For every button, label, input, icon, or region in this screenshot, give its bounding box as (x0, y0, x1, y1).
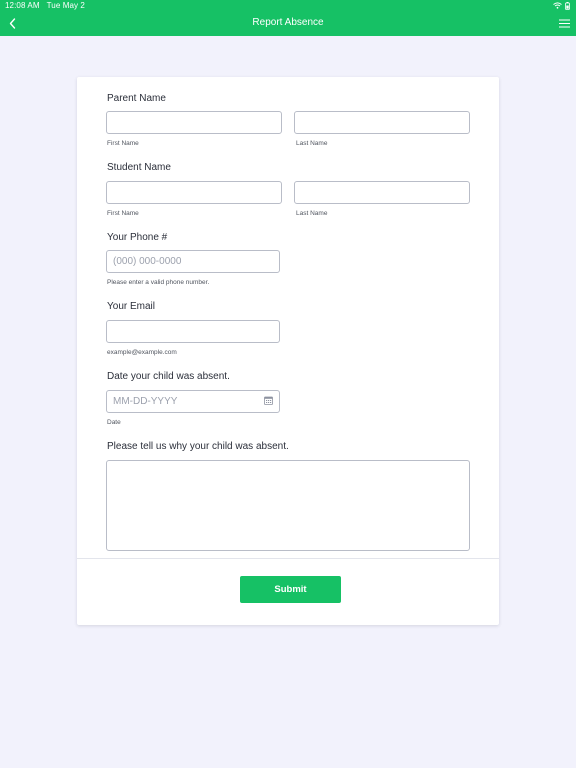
student-first-name-input[interactable] (106, 181, 282, 204)
phone-sublabel: Please enter a valid phone number. (107, 279, 210, 286)
email-input[interactable] (106, 320, 280, 343)
reason-textarea[interactable] (106, 460, 470, 551)
reason-label: Please tell us why your child was absent… (107, 441, 289, 452)
parent-first-name-input[interactable] (106, 111, 282, 134)
parent-last-name-sublabel: Last Name (296, 140, 328, 147)
student-first-name-sublabel: First Name (107, 210, 139, 217)
parent-last-name-input[interactable] (294, 111, 470, 134)
phone-input[interactable] (106, 250, 280, 273)
battery-icon (565, 1, 570, 10)
wifi-icon (553, 2, 562, 9)
parent-name-label: Parent Name (107, 93, 166, 104)
absence-date-sublabel: Date (107, 419, 121, 426)
student-name-label: Student Name (107, 162, 171, 173)
parent-first-name-sublabel: First Name (107, 140, 139, 147)
hamburger-menu-icon[interactable] (558, 17, 570, 29)
student-last-name-sublabel: Last Name (296, 210, 328, 217)
page-title: Report Absence (252, 17, 324, 28)
student-last-name-input[interactable] (294, 181, 470, 204)
calendar-icon[interactable] (264, 396, 273, 405)
status-indicators (553, 1, 570, 10)
email-label: Your Email (107, 301, 155, 312)
absence-date-label: Date your child was absent. (107, 371, 230, 382)
submit-button[interactable]: Submit (240, 576, 341, 603)
app-header: 12:08 AM Tue May 2 Report Absence (0, 0, 576, 36)
email-sublabel: example@example.com (107, 349, 177, 356)
absence-form-card: Parent Name First Name Last Name Student… (77, 77, 499, 625)
status-date: Tue May 2 (46, 1, 85, 10)
form-divider (77, 558, 499, 559)
phone-label: Your Phone # (107, 232, 168, 243)
status-bar-time-date: 12:08 AM Tue May 2 (5, 1, 85, 10)
absence-date-input[interactable] (106, 390, 280, 413)
status-time: 12:08 AM (5, 1, 40, 10)
